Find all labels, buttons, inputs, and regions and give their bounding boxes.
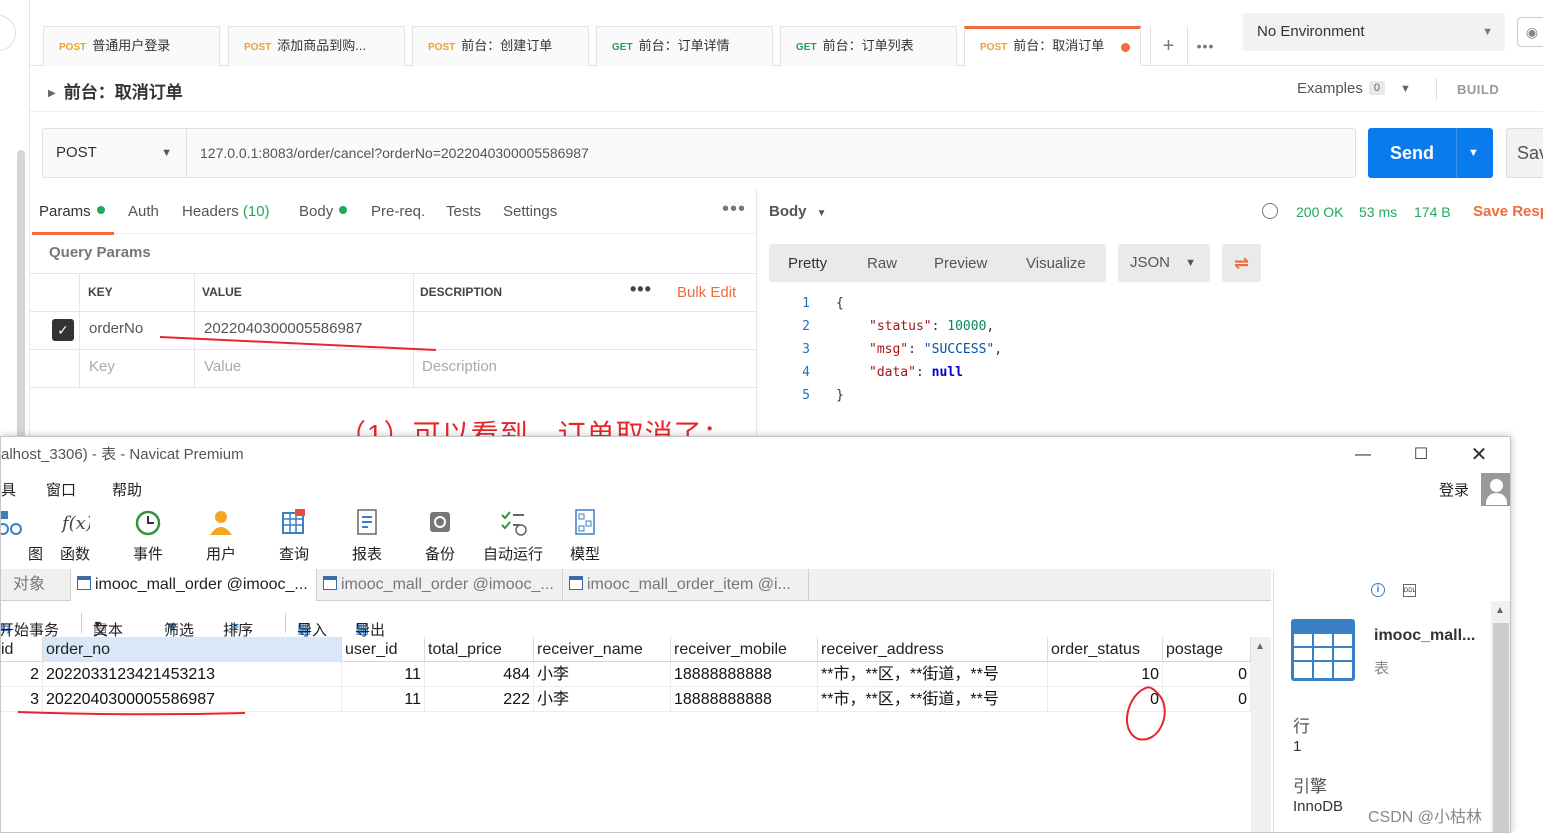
annotation-marks-grid [17, 686, 1166, 741]
watermark: CSDN @小枯林 [1368, 809, 1483, 826]
circle-mark [1126, 686, 1166, 741]
underline-mark [17, 711, 246, 716]
